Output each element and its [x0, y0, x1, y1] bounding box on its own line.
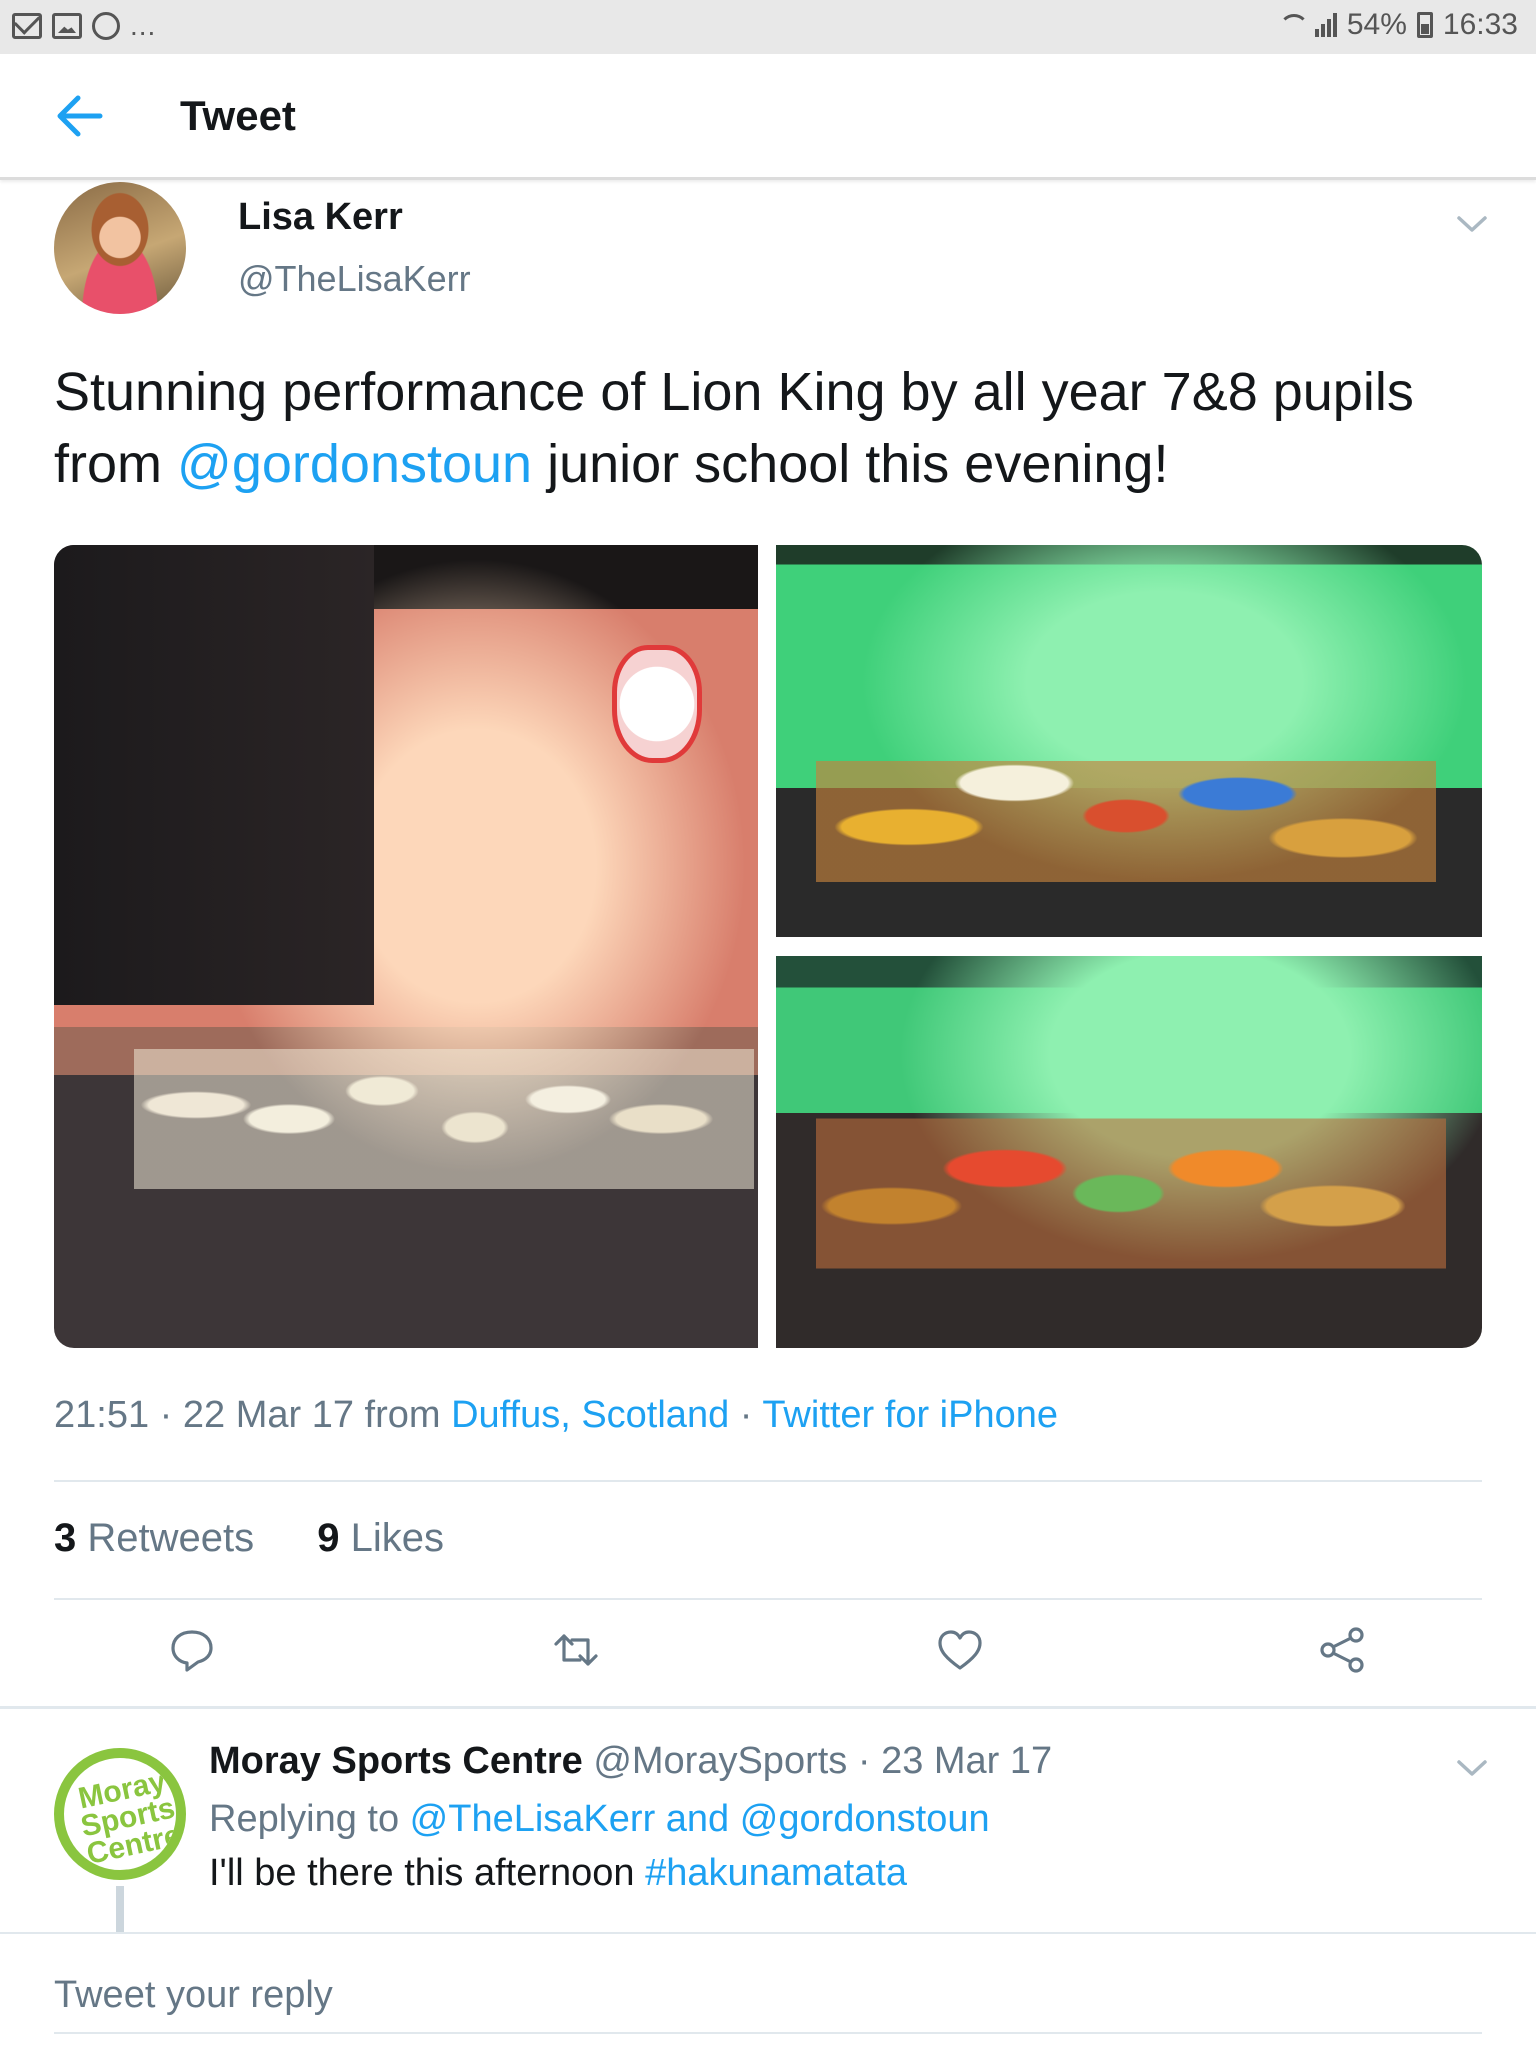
tweet-menu-button[interactable] [1456, 214, 1488, 234]
mail-icon [12, 13, 42, 39]
mention-link[interactable]: @gordonstoun [177, 434, 532, 494]
battery-icon [1416, 12, 1433, 38]
meta-separator: · [729, 1394, 763, 1436]
author-avatar[interactable] [54, 182, 186, 314]
bug-icon [92, 12, 120, 40]
reply-author-name[interactable]: Moray Sports Centre [209, 1740, 583, 1782]
tweet-date: · 22 Mar 17 from [149, 1394, 452, 1436]
replying-to-mention-1[interactable]: @TheLisaKerr [410, 1798, 656, 1840]
photo-stage-curtain [54, 545, 374, 1005]
chevron-down-icon [1457, 216, 1487, 232]
replying-to-and: and [655, 1798, 740, 1840]
app-header: Tweet [0, 54, 1536, 180]
reply-date: · 23 Mar 17 [857, 1740, 1053, 1782]
reply-compose-bar: Tweet your reply [0, 1932, 1536, 2048]
thread-line [116, 1886, 124, 1936]
section-separator [0, 1706, 1536, 1709]
retweets-stat[interactable]: 3 Retweets [54, 1516, 254, 1560]
status-bar: ... 54% 16:33 [0, 0, 1536, 54]
photo-performers [134, 965, 754, 1245]
retweet-button[interactable] [552, 1626, 600, 1674]
retweet-icon [554, 1634, 598, 1666]
tweet-time: 21:51 [54, 1394, 150, 1436]
author-name[interactable]: Lisa Kerr [238, 196, 403, 239]
reply-author-handle[interactable]: @MoraySports [593, 1740, 847, 1782]
reply-input[interactable]: Tweet your reply [54, 1974, 1482, 2017]
reply-icon [171, 1630, 213, 1672]
retweets-count: 3 [54, 1516, 77, 1560]
likes-stat[interactable]: 9 Likes [317, 1516, 444, 1560]
reply-menu-button[interactable] [1456, 1758, 1488, 1778]
tweet-photo-3[interactable] [776, 956, 1482, 1348]
more-notifications-indicator: ... [130, 10, 157, 41]
retweets-label: Retweets [87, 1516, 255, 1560]
divider [54, 1598, 1482, 1600]
reply-body: I'll be there this afternoon [209, 1852, 646, 1894]
tweet-photo-1[interactable] [54, 545, 758, 1348]
lion-king-logo-image [612, 645, 702, 763]
tweet-photo-2[interactable] [776, 545, 1482, 937]
status-right: 54% 16:33 [1277, 8, 1518, 42]
author-handle[interactable]: @TheLisaKerr [238, 258, 471, 300]
like-icon [938, 1630, 982, 1670]
status-left-icons: ... [12, 12, 156, 40]
tweet-stats: 3 Retweets 9 Likes [54, 1516, 496, 1561]
compose-underline [54, 2032, 1482, 2034]
client-link[interactable]: Twitter for iPhone [762, 1394, 1058, 1436]
page-title: Tweet [180, 92, 296, 139]
likes-count: 9 [317, 1516, 340, 1560]
tweet-text: Stunning performance of Lion King by all… [54, 356, 1494, 500]
tweet-text-part2: junior school this evening! [532, 434, 1169, 494]
divider [54, 1480, 1482, 1482]
reply-button[interactable] [168, 1626, 216, 1674]
replying-to-mention-2[interactable]: @gordonstoun [740, 1798, 990, 1840]
photo-performers [816, 1056, 1446, 1306]
wifi-icon [1277, 12, 1309, 38]
moray-sports-logo: Moray Sports Centre [64, 1764, 176, 1870]
back-button[interactable] [56, 94, 104, 138]
share-button[interactable] [1318, 1626, 1366, 1674]
reply-author-avatar[interactable]: Moray Sports Centre [54, 1748, 186, 1880]
like-button[interactable] [936, 1626, 984, 1674]
location-link[interactable]: Duffus, Scotland [451, 1394, 729, 1436]
hashtag-link[interactable]: #hakunamatata [645, 1852, 907, 1894]
chevron-down-icon [1457, 1760, 1487, 1776]
reply-text: I'll be there this afternoon #hakunamata… [209, 1852, 907, 1895]
battery-percent: 54% [1346, 8, 1407, 41]
replying-to: Replying to @TheLisaKerr and @gordonstou… [209, 1798, 990, 1841]
reply-header: Moray Sports Centre @MoraySports · 23 Ma… [209, 1740, 1052, 1783]
likes-label: Likes [350, 1516, 445, 1560]
clock: 16:33 [1442, 8, 1518, 41]
photo-performers [816, 695, 1436, 915]
arrow-left-icon [57, 95, 103, 137]
signal-icon [1314, 13, 1337, 37]
tweet-meta: 21:51 · 22 Mar 17 from Duffus, Scotland … [54, 1394, 1058, 1437]
gallery-icon [52, 13, 82, 39]
share-icon [1320, 1627, 1364, 1673]
replying-to-label: Replying to [209, 1798, 410, 1840]
